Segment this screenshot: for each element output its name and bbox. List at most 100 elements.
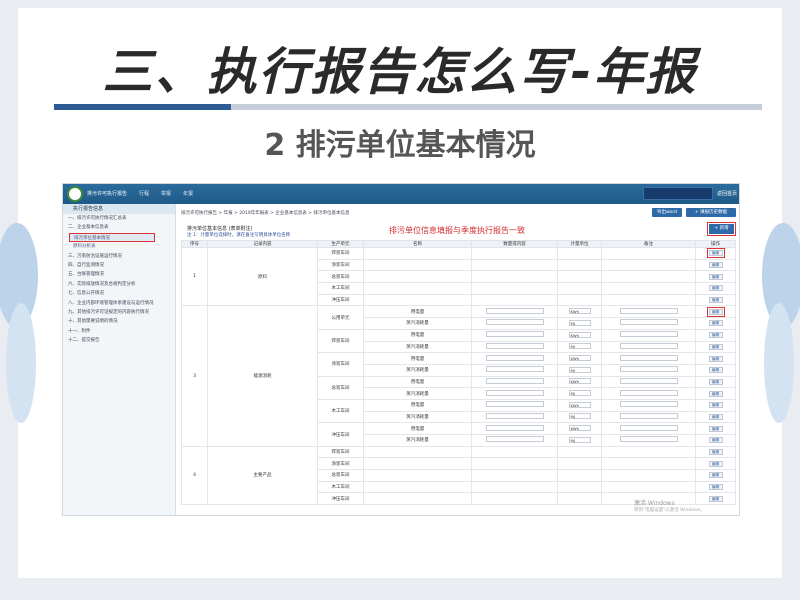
unit-select[interactable]: KWh: [568, 401, 591, 408]
item-name: 蒸汽消耗量: [363, 363, 472, 377]
sidebar-item[interactable]: 六、实际排放情况及合规判定分析: [63, 280, 175, 289]
sidebar-item[interactable]: 二、企业基本信息表: [63, 223, 175, 232]
edit-button[interactable]: 编辑: [708, 460, 723, 467]
operation-cell: 编辑: [695, 305, 736, 319]
note-input[interactable]: [619, 412, 678, 419]
note-input[interactable]: [619, 307, 678, 314]
edit-button[interactable]: 编辑: [708, 285, 723, 292]
note-input[interactable]: [619, 424, 678, 431]
unit-select[interactable]: KWh: [568, 378, 591, 385]
note-input[interactable]: [619, 401, 678, 408]
edit-button[interactable]: 编辑: [708, 437, 723, 444]
sidebar-item[interactable]: 四、自行监测情况: [63, 261, 175, 270]
sidebar-item[interactable]: 十二、提交报告: [63, 336, 175, 345]
edit-button[interactable]: 编辑: [708, 402, 723, 409]
note-input[interactable]: [619, 354, 678, 361]
production-unit: 总装车间: [317, 469, 364, 482]
item-name: [363, 480, 472, 494]
quantity-input[interactable]: [485, 307, 544, 314]
quantity-input[interactable]: [485, 319, 544, 326]
quantity-input[interactable]: [485, 377, 544, 384]
note-input[interactable]: [619, 342, 678, 349]
edit-button[interactable]: 编辑: [708, 378, 723, 385]
edit-button[interactable]: 编辑: [708, 367, 723, 374]
unit-select[interactable]: KWh: [568, 425, 591, 432]
sidebar-item[interactable]: 五、台账管理情况: [63, 270, 175, 279]
nav-item-2[interactable]: 举报: [161, 190, 171, 197]
edit-button[interactable]: 编辑: [706, 306, 725, 317]
edit-button[interactable]: 编辑: [708, 484, 723, 491]
quantity-input[interactable]: [485, 436, 544, 443]
unit-select[interactable]: MJ: [568, 413, 591, 420]
unit-select[interactable]: MJ: [568, 319, 591, 326]
edit-button[interactable]: 编辑: [708, 495, 723, 502]
edit-button[interactable]: 编辑: [708, 355, 723, 362]
exit-link[interactable]: 返回首页: [717, 190, 737, 197]
operation-cell: 编辑: [695, 375, 736, 389]
edit-button[interactable]: 编辑: [706, 248, 725, 259]
edit-button[interactable]: 编辑: [708, 472, 723, 479]
edit-button[interactable]: 编辑: [708, 413, 723, 420]
sidebar-item[interactable]: 三、污染防治设施运行情况: [63, 252, 175, 261]
sidebar-item[interactable]: 十一、附件: [63, 327, 175, 336]
edit-button[interactable]: 编辑: [708, 297, 723, 304]
quantity-input[interactable]: [485, 412, 544, 419]
windows-watermark-sub: 转到"电脑设置"以激活 Windows。: [634, 508, 705, 513]
edit-button[interactable]: 编辑: [708, 262, 723, 269]
sidebar-item[interactable]: 原料分析表: [63, 242, 175, 251]
quantity-input[interactable]: [485, 389, 544, 396]
unit-select[interactable]: KWh: [568, 308, 591, 315]
quantity-input[interactable]: [485, 366, 544, 373]
app-logo-icon: [67, 186, 83, 202]
unit-cell: KWh: [557, 352, 602, 365]
edit-button[interactable]: 编辑: [708, 273, 723, 280]
column-header: 数量或内容: [471, 240, 558, 248]
unit-cell: MJ: [557, 410, 602, 424]
note-input[interactable]: [619, 366, 678, 373]
sidebar-item[interactable]: 十、其他需要说明的情况: [63, 317, 175, 326]
unit-cell: [557, 282, 602, 295]
unit-select[interactable]: MJ: [568, 436, 591, 443]
sidebar-item[interactable]: 排污单位基本情况: [69, 232, 155, 243]
quantity-input[interactable]: [485, 401, 544, 408]
operation-cell: 编辑: [695, 480, 736, 494]
breadcrumb: 排污许可执行报告 > 年报 > 2019年年报表 > 企业基本信息表 > 排污单…: [181, 211, 350, 216]
quantity-input[interactable]: [485, 354, 544, 361]
export-word-button[interactable]: 导出word: [652, 208, 682, 217]
sidebar-item[interactable]: 八、企业内部环境管理体系建设与运行情况: [63, 299, 175, 308]
quantity-input[interactable]: [485, 342, 544, 349]
note-input[interactable]: [619, 377, 678, 384]
edit-button[interactable]: 编辑: [708, 343, 723, 350]
sidebar-item[interactable]: 七、信息公开情况: [63, 289, 175, 298]
unit-select[interactable]: MJ: [568, 343, 591, 350]
production-unit: 焊装车间: [317, 247, 364, 260]
add-button[interactable]: + 新增: [707, 222, 736, 236]
table-header-row: 序号 记录内容 生产单元 名称 数量或内容 计量单位 备注 操作: [181, 240, 736, 248]
nav-item-1[interactable]: 行程: [139, 190, 149, 197]
note-cell: [601, 258, 696, 272]
edit-button[interactable]: 编辑: [708, 425, 723, 432]
unit-select[interactable]: MJ: [568, 390, 591, 397]
history-data-button[interactable]: + 填报历史数据: [686, 208, 736, 217]
windows-watermark: 激活 Windows: [634, 500, 675, 507]
sidebar-item[interactable]: 九、其他排污许可证规定的内容执行情况: [63, 308, 175, 317]
sidebar-item[interactable]: 一、排污许可执行情况汇总表: [63, 214, 175, 223]
unit-select[interactable]: KWh: [568, 355, 591, 362]
edit-button[interactable]: 编辑: [708, 449, 723, 456]
unit-select[interactable]: KWh: [568, 331, 591, 338]
note-input[interactable]: [619, 436, 678, 443]
edit-button[interactable]: 编辑: [708, 320, 723, 327]
nav-item-3[interactable]: 年报: [183, 190, 193, 197]
unit-cell: KWh: [557, 328, 602, 342]
note-input[interactable]: [619, 319, 678, 326]
edit-button[interactable]: 编辑: [708, 332, 723, 339]
quantity-cell: [471, 328, 558, 342]
note-input[interactable]: [619, 389, 678, 396]
title-divider: [54, 104, 762, 110]
note-input[interactable]: [619, 331, 678, 338]
quantity-input[interactable]: [485, 424, 544, 431]
edit-button[interactable]: 编辑: [708, 390, 723, 397]
note-cell: [601, 340, 696, 354]
unit-select[interactable]: MJ: [568, 366, 591, 373]
quantity-input[interactable]: [485, 331, 544, 338]
